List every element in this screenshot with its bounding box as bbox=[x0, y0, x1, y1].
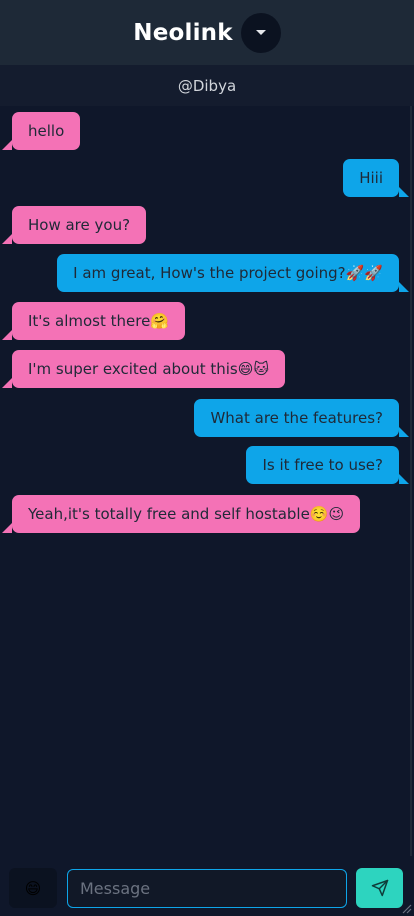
message-list: hello Hiii How are you? I am great, How'… bbox=[0, 106, 414, 856]
app-title: Neolink bbox=[133, 19, 233, 46]
message-bubble-incoming: Yeah,it's totally free and self hostable… bbox=[1, 495, 361, 533]
chat-username: @Dibya bbox=[177, 76, 237, 95]
chevron-down-icon bbox=[255, 29, 266, 35]
message-bubble-incoming: How are you? bbox=[1, 206, 147, 244]
send-button[interactable] bbox=[356, 868, 403, 908]
resize-grip-icon[interactable] bbox=[400, 902, 412, 914]
message-input[interactable] bbox=[67, 869, 347, 908]
message-bubble-incoming: hello bbox=[1, 112, 81, 150]
message-bubble-incoming: I'm super excited about this😄🐱 bbox=[1, 350, 286, 388]
message-bubble-outgoing: Is it free to use? bbox=[246, 446, 409, 484]
menu-toggle-button[interactable] bbox=[240, 12, 281, 53]
message-bubble-outgoing: I am great, How's the project going?🚀🚀 bbox=[57, 254, 409, 292]
smile-emoji-icon: 😄 bbox=[24, 878, 42, 898]
message-bubble-outgoing: Hiii bbox=[343, 159, 409, 197]
message-bubble-outgoing: What are the features? bbox=[194, 399, 409, 437]
emoji-picker-button[interactable]: 😄 bbox=[9, 868, 57, 908]
message-composer: 😄 bbox=[0, 856, 414, 916]
scrollbar-track[interactable] bbox=[410, 106, 412, 856]
chat-app: Neolink @Dibya hello Hiii How are you? I… bbox=[0, 0, 414, 916]
chat-recipient-bar: @Dibya bbox=[0, 65, 414, 106]
message-bubble-incoming: It's almost there🤗 bbox=[2, 302, 185, 340]
header-bar: Neolink bbox=[0, 0, 414, 65]
send-icon bbox=[371, 879, 388, 897]
